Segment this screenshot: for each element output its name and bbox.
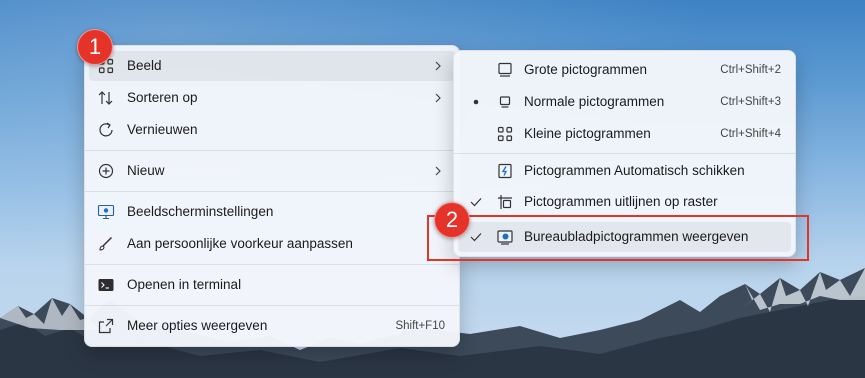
highlight-rectangle <box>427 215 809 261</box>
chevron-right-icon <box>435 61 441 71</box>
display-settings-icon <box>97 204 115 220</box>
menu-item-shortcut: Shift+F10 <box>395 320 445 332</box>
submenu-item-shortcut: Ctrl+Shift+2 <box>720 64 781 76</box>
more-options-icon <box>98 318 114 334</box>
submenu-item-shortcut: Ctrl+Shift+4 <box>720 128 781 140</box>
menu-item-label: Nieuw <box>127 163 165 178</box>
menu-item-more-options[interactable]: Meer opties weergeven Shift+F10 <box>89 311 455 341</box>
submenu-item-label: Pictogrammen Automatisch schikken <box>524 163 745 178</box>
sort-arrows-icon <box>98 91 113 105</box>
menu-item-personalize[interactable]: Aan persoonlijke voorkeur aanpassen <box>89 229 455 259</box>
menu-item-label: Aan persoonlijke voorkeur aanpassen <box>127 236 353 251</box>
menu-item-label: Sorteren op <box>127 90 198 105</box>
submenu-item-small-icons[interactable]: Kleine pictogrammen Ctrl+Shift+4 <box>458 119 791 149</box>
menu-item-refresh[interactable]: Vernieuwen <box>89 115 455 145</box>
submenu-item-auto-arrange[interactable]: Pictogrammen Automatisch schikken <box>458 156 791 186</box>
step-badge-1: 1 <box>77 29 113 65</box>
menu-item-label: Meer opties weergeven <box>127 318 268 333</box>
menu-item-sort-by[interactable]: Sorteren op <box>89 83 455 113</box>
menu-item-label: Vernieuwen <box>127 122 198 137</box>
menu-item-label: Beeld <box>127 58 162 73</box>
menu-separator <box>85 191 459 192</box>
checkmark-icon <box>470 198 482 207</box>
menu-separator <box>85 264 459 265</box>
menu-item-new[interactable]: Nieuw <box>89 156 455 186</box>
chevron-right-icon <box>435 166 441 176</box>
submenu-item-label: Pictogrammen uitlijnen op raster <box>524 194 718 209</box>
new-plus-icon <box>98 163 114 179</box>
submenu-item-label: Normale pictogrammen <box>524 94 665 109</box>
menu-item-view[interactable]: Beeld <box>89 51 455 81</box>
submenu-separator <box>454 153 795 154</box>
submenu-item-shortcut: Ctrl+Shift+3 <box>720 96 781 108</box>
desktop-context-menu: Beeld Sorteren op Vernieuwen Nieuw Beeld… <box>84 45 460 347</box>
align-grid-icon <box>498 195 512 209</box>
menu-separator <box>85 150 459 151</box>
chevron-right-icon <box>435 93 441 103</box>
submenu-item-align-grid[interactable]: Pictogrammen uitlijnen op raster <box>458 187 791 217</box>
menu-separator <box>85 305 459 306</box>
medium-icons-icon <box>499 96 511 108</box>
submenu-item-label: Kleine pictogrammen <box>524 126 651 141</box>
submenu-item-large-icons[interactable]: Grote pictogrammen Ctrl+Shift+2 <box>458 55 791 85</box>
menu-item-label: Beeldscherminstellingen <box>127 204 274 219</box>
step-badge-2: 2 <box>434 202 470 238</box>
menu-item-open-terminal[interactable]: Openen in terminal <box>89 270 455 300</box>
menu-item-display-settings[interactable]: Beeldscherminstellingen <box>89 197 455 227</box>
auto-arrange-icon <box>498 163 512 179</box>
terminal-icon <box>98 279 114 291</box>
refresh-icon <box>99 122 113 137</box>
selected-bullet-icon <box>473 99 479 105</box>
small-icons-icon <box>497 126 513 142</box>
menu-item-label: Openen in terminal <box>127 277 242 292</box>
submenu-item-label: Grote pictogrammen <box>524 62 648 77</box>
large-icons-icon <box>498 62 512 77</box>
personalize-brush-icon <box>99 236 113 251</box>
submenu-item-medium-icons[interactable]: Normale pictogrammen Ctrl+Shift+3 <box>458 87 791 117</box>
